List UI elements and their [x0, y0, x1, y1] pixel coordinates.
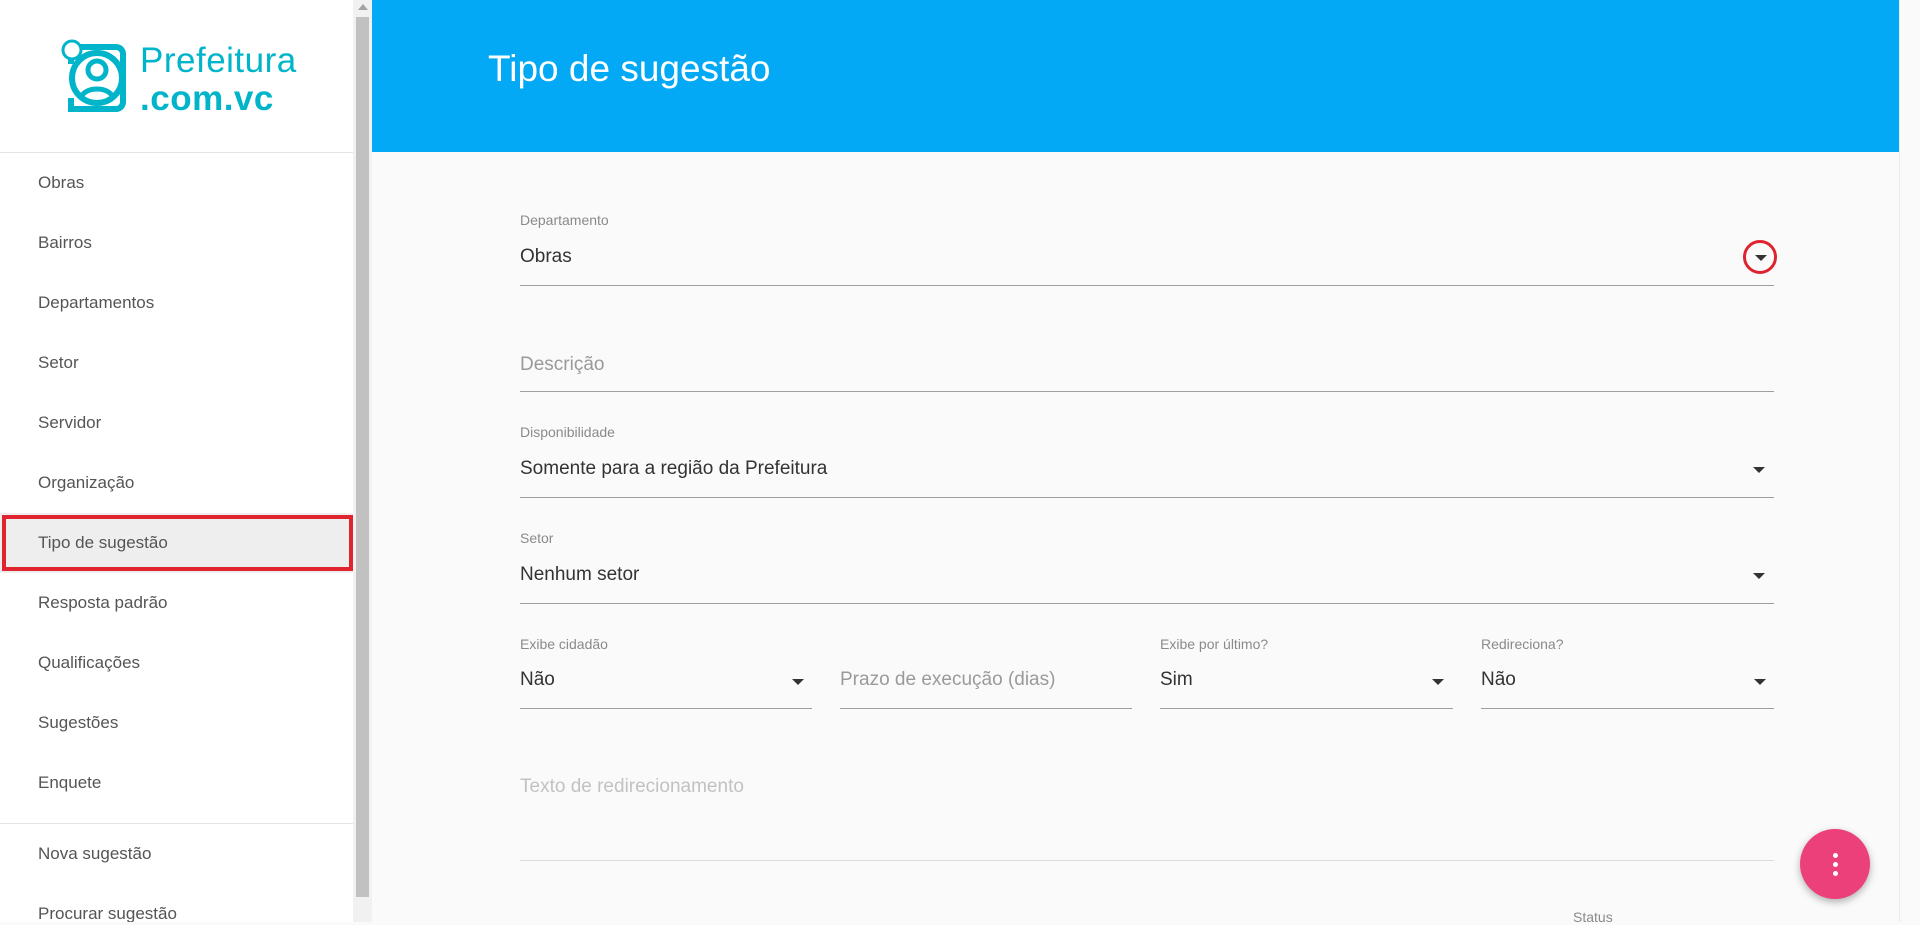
sidebar-item-resposta-padrao[interactable]: Resposta padrão — [0, 573, 355, 633]
sidebar-item-enquete[interactable]: Enquete — [0, 753, 355, 813]
descricao-input[interactable]: Descrição — [520, 350, 1774, 392]
status-label: Status — [1573, 909, 1613, 925]
sidebar-item-setor[interactable]: Setor — [0, 333, 355, 393]
setor-value: Nenhum setor — [520, 564, 640, 585]
departamento-dropdown-highlight[interactable] — [1743, 240, 1777, 274]
scrollbar-thumb[interactable] — [356, 17, 369, 897]
texto-redirecionamento-textarea[interactable]: Texto de redirecionamento — [520, 772, 1774, 861]
exibe-cidadao-value: Não — [520, 669, 555, 690]
sidebar-item-qualificacoes[interactable]: Qualificações — [0, 633, 355, 693]
chevron-down-icon[interactable] — [1753, 573, 1765, 579]
departamento-label: Departamento — [520, 212, 609, 228]
logo[interactable]: Prefeitura .com.vc — [60, 38, 300, 118]
redireciona-value: Não — [1481, 669, 1516, 690]
chevron-down-icon[interactable] — [1755, 255, 1767, 261]
disponibilidade-label: Disponibilidade — [520, 424, 615, 440]
disponibilidade-value: Somente para a região da Prefeitura — [520, 458, 828, 479]
descricao-placeholder: Descrição — [520, 354, 605, 375]
disponibilidade-select[interactable]: Disponibilidade Somente para a região da… — [520, 424, 1774, 498]
logo-line2: .com.vc — [140, 79, 274, 118]
sidebar-nav: Obras Bairros Departamentos Setor Servid… — [0, 153, 355, 813]
sidebar-item-servidor[interactable]: Servidor — [0, 393, 355, 453]
redireciona-label: Redireciona? — [1481, 636, 1564, 652]
sidebar: Prefeitura .com.vc Obras Bairros Departa… — [0, 0, 355, 922]
sidebar-nav-secondary: Nova sugestão Procurar sugestão — [0, 824, 355, 922]
texto-redirecionamento-placeholder: Texto de redirecionamento — [520, 776, 744, 797]
sidebar-item-sugestoes[interactable]: Sugestões — [0, 693, 355, 753]
more-vert-icon — [1832, 852, 1838, 876]
sidebar-item-obras[interactable]: Obras — [0, 153, 355, 213]
scroll-up-arrow-icon[interactable] — [358, 4, 368, 10]
sidebar-item-organizacao[interactable]: Organização — [0, 453, 355, 513]
sidebar-item-nova-sugestao[interactable]: Nova sugestão — [0, 824, 355, 884]
redireciona-select[interactable]: Redireciona? Não — [1481, 636, 1774, 709]
exibe-por-ultimo-label: Exibe por último? — [1160, 636, 1269, 652]
departamento-value: Obras — [520, 246, 572, 267]
exibe-por-ultimo-select[interactable]: Exibe por último? Sim — [1160, 636, 1453, 709]
sidebar-item-tipo-de-sugestao[interactable]: Tipo de sugestão — [0, 513, 355, 573]
chevron-down-icon[interactable] — [1754, 679, 1766, 685]
more-actions-fab[interactable] — [1800, 829, 1870, 899]
sidebar-scrollbar[interactable] — [353, 0, 372, 922]
logo-line1: Prefeitura — [140, 41, 297, 80]
departamento-select[interactable]: Departamento Obras — [520, 212, 1777, 286]
setor-label: Setor — [520, 530, 554, 546]
prazo-execucao-placeholder: Prazo de execução (dias) — [840, 669, 1056, 690]
user-logo-icon — [61, 39, 126, 112]
page-title: Tipo de sugestão — [488, 48, 771, 89]
logo-text: Prefeitura .com.vc — [140, 42, 297, 118]
chevron-down-icon[interactable] — [792, 679, 804, 685]
chevron-down-icon[interactable] — [1753, 467, 1765, 473]
page-header: Tipo de sugestão — [372, 0, 1899, 152]
prazo-execucao-input[interactable]: Prazo de execução (dias) — [840, 664, 1132, 709]
sidebar-item-bairros[interactable]: Bairros — [0, 213, 355, 273]
exibe-cidadao-select[interactable]: Exibe cidadão Não — [520, 636, 812, 709]
sidebar-item-departamentos[interactable]: Departamentos — [0, 273, 355, 333]
exibe-cidadao-label: Exibe cidadão — [520, 636, 608, 652]
setor-select[interactable]: Setor Nenhum setor — [520, 530, 1774, 604]
exibe-por-ultimo-value: Sim — [1160, 669, 1193, 690]
chevron-down-icon[interactable] — [1432, 679, 1444, 685]
sidebar-item-procurar-sugestao[interactable]: Procurar sugestão — [0, 884, 355, 922]
page-edge — [1899, 0, 1920, 922]
